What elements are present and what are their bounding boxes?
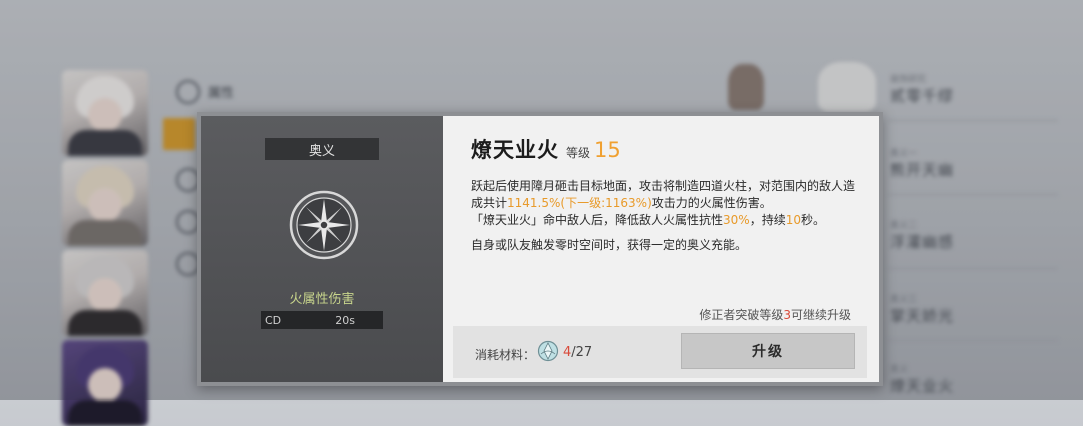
- cooldown-bar: CD 20s: [261, 311, 383, 329]
- upgrade-cost-strip: 消耗材料： 4/27 升级: [453, 326, 867, 378]
- resistance-reduction-value: 30%: [723, 213, 750, 227]
- crystal-orb-icon[interactable]: [537, 340, 559, 362]
- material-label: 消耗材料：: [475, 348, 536, 362]
- compass-star-icon: [289, 190, 359, 260]
- element-type-label: 火属性伤害: [289, 292, 355, 307]
- level-label: 等级: [566, 146, 591, 160]
- skill-detail-panel: 燎天业火 等级 15 跃起后使用障月砸击目标地面，攻击将制造四道火柱，对范围内的…: [443, 116, 879, 382]
- description-paragraph: 自身或队友触发零时空间时，获得一定的奥义充能。: [471, 238, 748, 252]
- level-value: 15: [594, 138, 621, 162]
- panel-header: 奥义: [265, 138, 379, 160]
- description-paragraph: 跃起后使用障月砸击目标地面，攻击将制造四道火柱，对范围内的敌人造成共计1141.…: [471, 179, 856, 227]
- cooldown-label: CD: [265, 313, 282, 327]
- damage-value: 1141.5%(下一级:1163%): [507, 196, 652, 210]
- skill-title-row: 燎天业火 等级 15: [471, 134, 621, 164]
- material-count: 4/27: [563, 345, 593, 360]
- skill-summary-panel: 奥义 火属性伤害 CD 20s: [201, 116, 453, 382]
- skill-description: 跃起后使用障月砸击目标地面，攻击将制造四道火柱，对范围内的敌人造成共计1141.…: [471, 178, 861, 254]
- skill-detail-dialog: 奥义 火属性伤害 CD 20s 燎天业火 等级 15 跃起后使用障月砸击目标地面…: [197, 112, 883, 386]
- upgrade-button[interactable]: 升级: [681, 333, 855, 369]
- skill-name: 燎天业火: [471, 138, 559, 162]
- cooldown-value: 20s: [335, 313, 355, 327]
- duration-value: 10: [785, 213, 801, 227]
- upgrade-requirement-hint: 修正者突破等级3可继续升级: [699, 308, 851, 322]
